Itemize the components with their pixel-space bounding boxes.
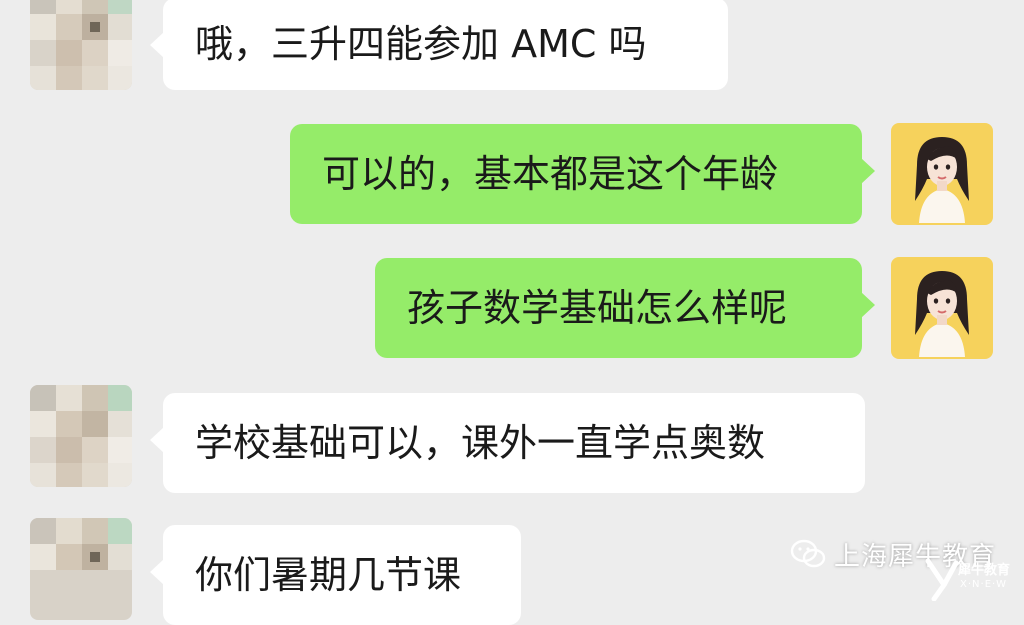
message-text: 哦，三升四能参加 AMC 吗: [195, 22, 647, 66]
pixelated-avatar-image: [30, 385, 132, 487]
agent-avatar[interactable]: [891, 257, 993, 359]
message-bubble-incoming[interactable]: 你们暑期几节课: [150, 525, 521, 625]
message-text: 孩子数学基础怎么样呢: [407, 286, 788, 330]
woman-avatar-illustration: [891, 257, 993, 359]
logo-small-text: 犀牛教育: [958, 563, 1011, 578]
message-text: 可以的，基本都是这个年龄: [322, 152, 779, 196]
pixelated-avatar-image: [30, 0, 132, 90]
logo-sub-text: X·N·E·W: [960, 579, 1008, 590]
woman-avatar-illustration: [891, 123, 993, 225]
message-bubble-incoming[interactable]: 学校基础可以，课外一直学点奥数: [150, 393, 865, 493]
message-text: 你们暑期几节课: [195, 553, 462, 597]
contact-avatar[interactable]: [30, 0, 132, 90]
pixelated-avatar-image: [30, 518, 132, 620]
message-bubble-incoming[interactable]: 哦，三升四能参加 AMC 吗: [150, 0, 728, 90]
brand-logo: 犀牛教育 X·N·E·W: [922, 555, 1022, 602]
agent-avatar[interactable]: [891, 123, 993, 225]
contact-avatar[interactable]: [30, 518, 132, 620]
contact-avatar[interactable]: [30, 385, 132, 487]
message-text: 学校基础可以，课外一直学点奥数: [195, 421, 766, 465]
message-bubble-outgoing[interactable]: 可以的，基本都是这个年龄: [290, 124, 875, 224]
wechat-icon: [790, 539, 826, 568]
message-bubble-outgoing[interactable]: 孩子数学基础怎么样呢: [375, 258, 875, 358]
